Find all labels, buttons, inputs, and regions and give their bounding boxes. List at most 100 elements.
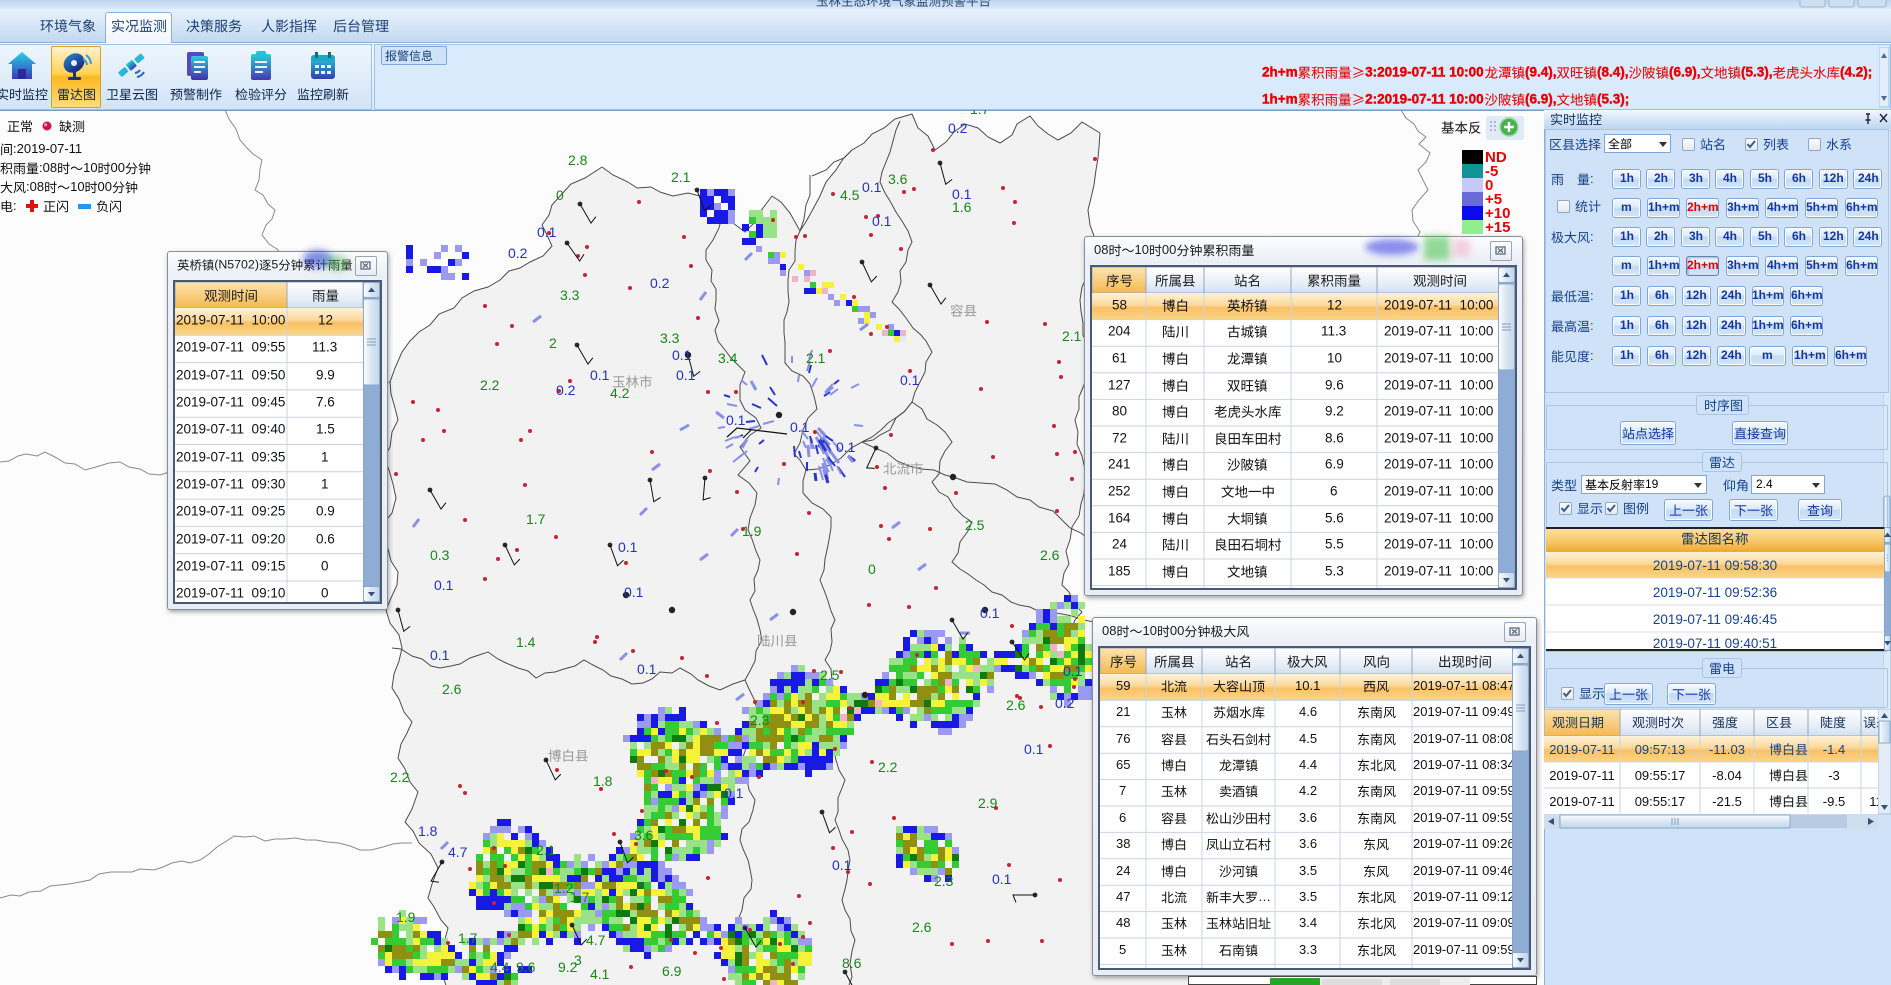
svg-text:6h: 6h [1655,318,1669,332]
svg-text:2h: 2h [1654,171,1668,185]
svg-text:2019-07-11 09:40:51: 2019-07-11 09:40:51 [1653,636,1777,649]
svg-text:2019-07-11 09:49: 2019-07-11 09:49 [1413,704,1515,719]
svg-text:9.6: 9.6 [516,959,536,975]
svg-text:3.6: 3.6 [888,171,908,187]
svg-text:0.1: 0.1 [637,661,657,677]
svg-text:1.5: 1.5 [316,422,335,437]
svg-text:8.6: 8.6 [842,955,862,971]
svg-text:11.3: 11.3 [1321,324,1346,339]
svg-text:09:55:17: 09:55:17 [1635,768,1686,783]
svg-text:2019-07-11 09:12: 2019-07-11 09:12 [1413,889,1515,904]
svg-text:08: 08 [1094,242,1108,257]
svg-text:2.8: 2.8 [568,152,588,168]
svg-text:24: 24 [1112,537,1128,552]
svg-text::: : [1590,318,1594,333]
svg-text:0.1: 0.1 [537,224,557,240]
svg-text:0.1: 0.1 [726,412,746,428]
svg-text:2019-07-11 10:00: 2019-07-11 10:00 [176,312,285,327]
svg-text:2h: 2h [1654,229,1668,243]
svg-text:9.6: 9.6 [1325,377,1344,392]
svg-text:0: 0 [556,187,564,203]
svg-text:12: 12 [318,312,333,327]
svg-text:4.6: 4.6 [1299,704,1317,719]
svg-text:1h: 1h [1620,318,1634,332]
svg-text:2019-07-11 09:20: 2019-07-11 09:20 [176,531,285,546]
svg-text:2019-07-11 10:00: 2019-07-11 10:00 [1384,563,1493,578]
svg-text:0.2: 0.2 [556,382,576,398]
svg-text:10: 10 [1327,350,1342,365]
svg-text:10: 10 [1135,242,1149,257]
svg-text:0.2: 0.2 [508,245,528,261]
svg-text:0.1: 0.1 [836,439,856,455]
svg-text:10.1: 10.1 [1295,678,1320,693]
svg-text:4h+m: 4h+m [1767,258,1799,272]
svg-text:204: 204 [1108,324,1131,339]
svg-text:12: 12 [1327,297,1342,312]
svg-text:2019-07-11 08:34: 2019-07-11 08:34 [1413,757,1515,772]
svg-text:2.3: 2.3 [934,873,954,889]
svg-text:6h+m: 6h+m [1791,288,1823,302]
svg-text:4.5: 4.5 [840,187,860,203]
svg-text:2.4: 2.4 [1756,477,1773,491]
svg-text:65: 65 [1116,757,1130,772]
svg-text:(5.3);: (5.3); [1597,91,1629,106]
svg-text::: : [1590,229,1594,244]
svg-text:0.1: 0.1 [1063,663,1083,679]
svg-text:1.4: 1.4 [516,634,536,650]
svg-text:2019-07-11 09:35: 2019-07-11 09:35 [176,449,285,464]
svg-text:m: m [1621,200,1632,214]
svg-text:2019-07-11 08:47: 2019-07-11 08:47 [1413,678,1515,693]
svg-text:0.1: 0.1 [590,367,610,383]
svg-text:2:2019-07-11 10:00: 2:2019-07-11 10:00 [1365,91,1484,106]
svg-text:9.9: 9.9 [316,367,335,382]
svg-text:(6.9),: (6.9), [1525,91,1557,106]
svg-text:7: 7 [1119,783,1126,798]
svg-text:3.6: 3.6 [1299,836,1317,851]
svg-text:12h: 12h [1686,318,1707,332]
svg-text:2.5: 2.5 [965,517,985,533]
svg-text:6h+m: 6h+m [1791,318,1823,332]
svg-text:1h+m: 1h+m [1648,200,1680,214]
svg-text:(4.2);: (4.2); [1840,64,1872,79]
svg-text:2: 2 [549,335,557,351]
svg-text:3h: 3h [1689,229,1703,243]
svg-text:12h: 12h [1823,171,1844,185]
svg-text:1h+m: 1h+m [1752,318,1784,332]
svg-text:3h+m: 3h+m [1727,200,1759,214]
svg-text:1h+m: 1h+m [1262,91,1298,106]
svg-text:0.9: 0.9 [316,504,335,519]
svg-text:2.1: 2.1 [536,842,556,858]
svg-text:24h: 24h [1721,348,1742,362]
svg-text:11: 11 [1869,794,1878,809]
svg-text:5h: 5h [1758,171,1772,185]
svg-text:2019-07-11 10:00: 2019-07-11 10:00 [1384,350,1493,365]
svg-text:2019-07-11 10:00: 2019-07-11 10:00 [1384,537,1493,552]
svg-text:2019-07-11 09:40: 2019-07-11 09:40 [176,422,285,437]
svg-text:1.7: 1.7 [970,110,990,117]
svg-text:72: 72 [1112,430,1127,445]
svg-text:2h+m: 2h+m [1687,258,1719,272]
svg-text:00: 00 [111,160,125,175]
svg-text:24: 24 [1116,863,1130,878]
svg-text:2019-07-11 09:59: 2019-07-11 09:59 [1413,783,1515,798]
svg-text:5: 5 [1119,942,1126,957]
svg-text:4.7: 4.7 [586,932,606,948]
svg-text:12h: 12h [1686,288,1707,302]
svg-text:2019-07-11 09:59: 2019-07-11 09:59 [1413,942,1515,957]
svg-text:6h: 6h [1655,348,1669,362]
svg-text:2019-07-11 09:25: 2019-07-11 09:25 [176,504,285,519]
svg-text:1.7: 1.7 [570,889,590,905]
svg-text:4h+m: 4h+m [1767,200,1799,214]
svg-text:0.1: 0.1 [900,372,920,388]
svg-text:5: 5 [271,258,278,272]
svg-text:6: 6 [1330,483,1338,498]
svg-text:1.7: 1.7 [526,511,546,527]
svg-text:0: 0 [868,561,876,577]
svg-text:(5.3),: (5.3), [1741,64,1773,79]
svg-text:3.4: 3.4 [1299,915,1317,930]
svg-text:1h+m: 1h+m [1794,348,1826,362]
svg-text:(8.4),: (8.4), [1597,64,1629,79]
svg-text:2019-07-11 09:46:45: 2019-07-11 09:46:45 [1653,612,1777,627]
svg-text:2019-07-11 08:08: 2019-07-11 08:08 [1413,731,1515,746]
svg-text:0.6: 0.6 [316,531,335,546]
